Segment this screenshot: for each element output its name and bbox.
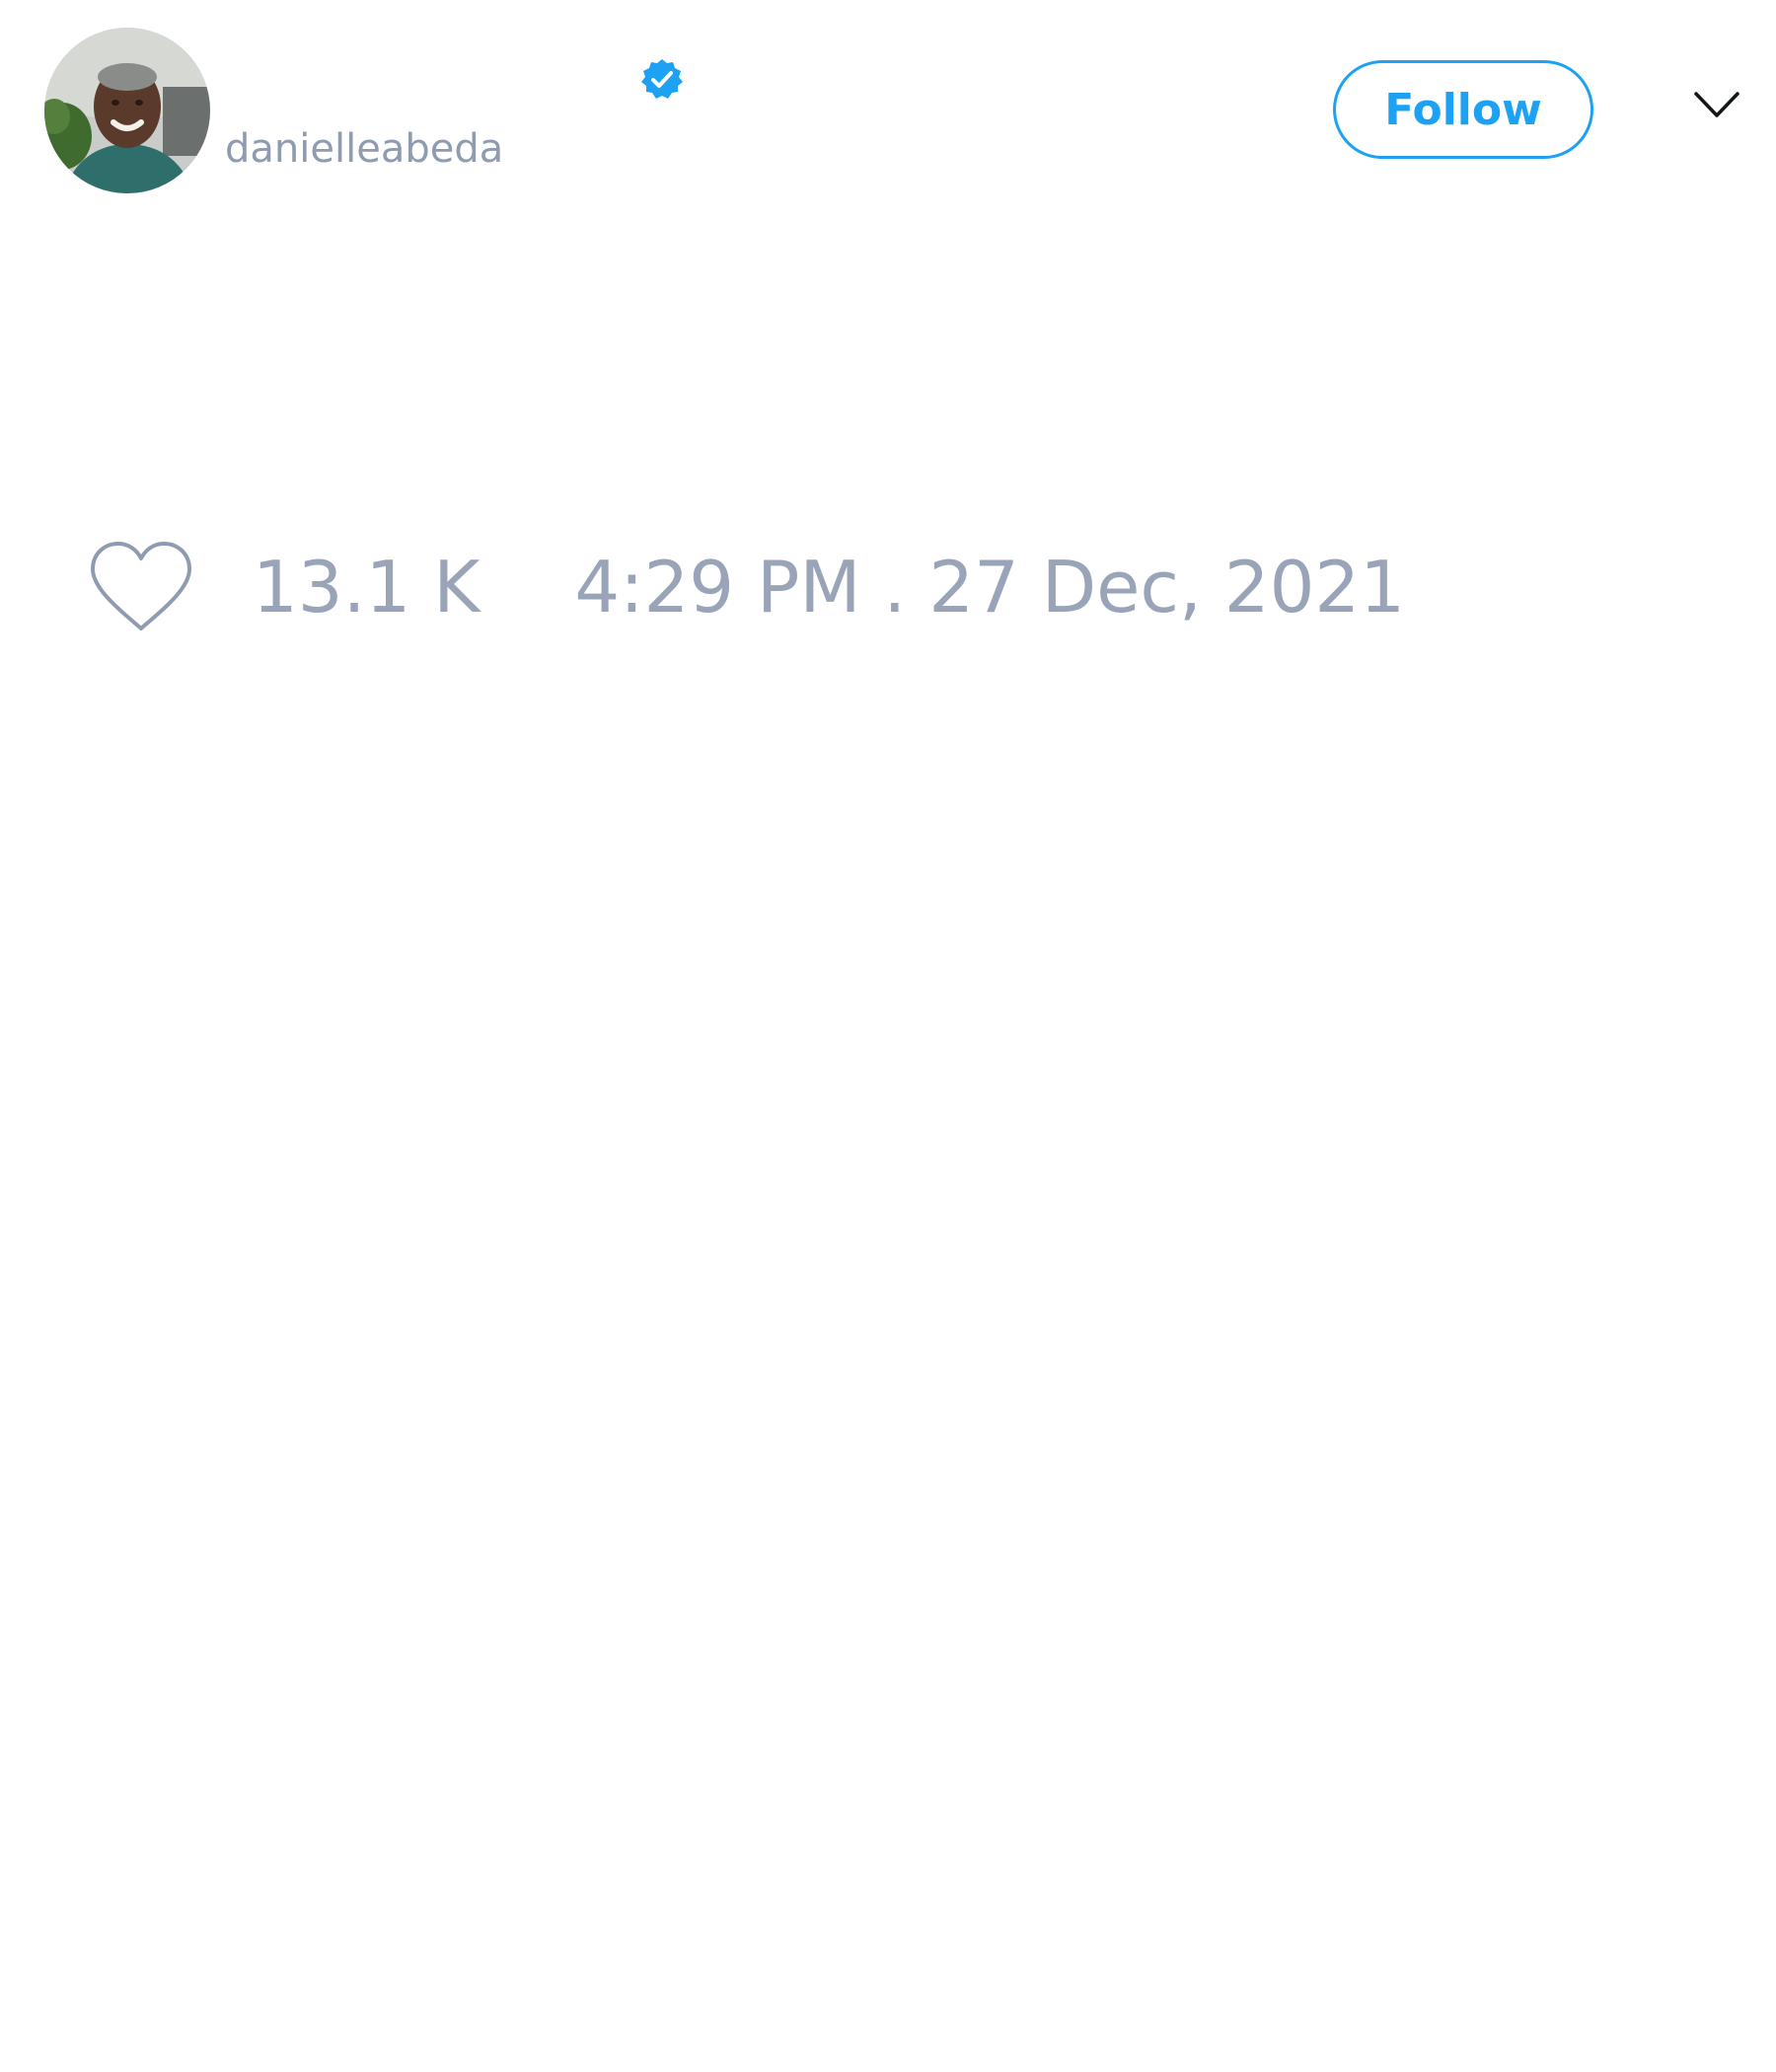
- user-handle[interactable]: danielleabeda: [225, 126, 503, 172]
- tweet-card: danielleabeda Follow 13.1 K 4:29 PM . 27…: [0, 0, 1776, 2072]
- avatar[interactable]: [44, 28, 210, 193]
- verified-badge-icon: [639, 57, 685, 103]
- tweet-meta: 13.1 K 4:29 PM . 27 Dec, 2021: [89, 538, 1405, 636]
- avatar-image: [44, 28, 210, 193]
- like-count: 13.1 K: [253, 546, 481, 629]
- follow-button[interactable]: Follow: [1333, 60, 1593, 159]
- tweet-text: [44, 227, 1722, 503]
- chevron-down-icon[interactable]: [1693, 89, 1740, 120]
- tweet-timestamp[interactable]: 4:29 PM . 27 Dec, 2021: [574, 546, 1405, 629]
- heart-outline-icon[interactable]: [89, 540, 193, 634]
